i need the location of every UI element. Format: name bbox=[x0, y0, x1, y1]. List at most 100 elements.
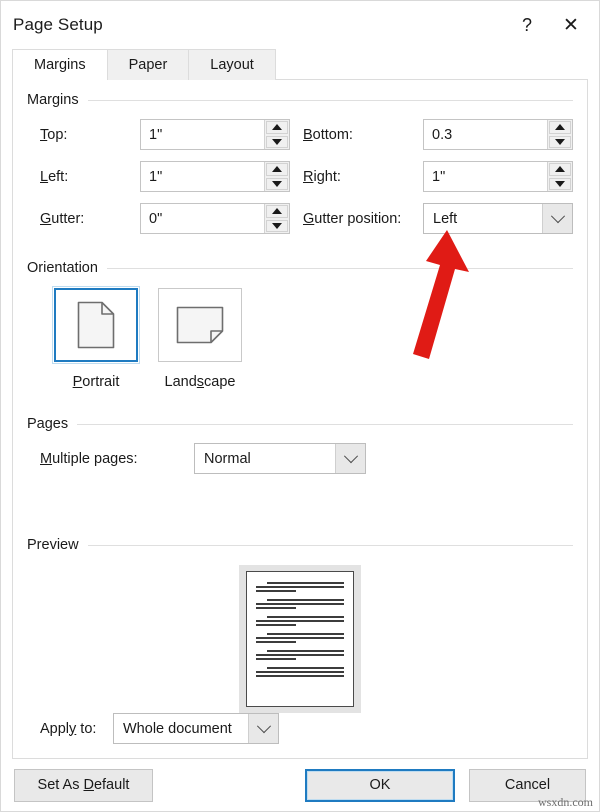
right-margin-label: Right: bbox=[303, 168, 341, 185]
spin-up-icon[interactable] bbox=[266, 163, 288, 176]
dialog-footer: Set As Default OK Cancel wsxdn.com bbox=[1, 759, 599, 811]
spin-down-icon[interactable] bbox=[266, 177, 288, 190]
right-margin-spin-buttons bbox=[547, 162, 572, 191]
apply-to-value: Whole document bbox=[123, 720, 232, 737]
top-margin-spin-buttons bbox=[264, 120, 289, 149]
landscape-label: Landscape bbox=[164, 374, 236, 390]
bottom-margin-spin-buttons bbox=[547, 120, 572, 149]
landscape-page-icon bbox=[176, 306, 224, 344]
preview-paragraph bbox=[256, 582, 344, 592]
page-title: Page Setup bbox=[13, 15, 103, 34]
orientation-group-header: Orientation bbox=[27, 248, 573, 276]
multiple-pages-dropdown[interactable]: Normal bbox=[194, 443, 366, 474]
portrait-label: Portrait bbox=[72, 374, 120, 390]
gutter-position-field-group: Gutter position: Left bbox=[290, 203, 573, 234]
margins-row-top-bottom: Top: 1" Bottom: 0.3 bbox=[27, 119, 573, 150]
top-margin-value[interactable]: 1" bbox=[141, 120, 264, 149]
preview-paragraph bbox=[256, 616, 344, 626]
spin-down-icon[interactable] bbox=[549, 177, 571, 190]
spin-up-icon[interactable] bbox=[549, 163, 571, 176]
left-margin-spinner[interactable]: 1" bbox=[140, 161, 290, 192]
watermark: wsxdn.com bbox=[538, 795, 593, 809]
spin-down-icon[interactable] bbox=[266, 135, 288, 148]
chevron-down-icon[interactable] bbox=[542, 204, 572, 233]
gutter-position-value: Left bbox=[433, 210, 458, 227]
preview-paragraph bbox=[256, 633, 344, 643]
preview-paragraph bbox=[256, 599, 344, 609]
title-bar: Page Setup ? ✕ bbox=[1, 1, 599, 49]
apply-to-label: Apply to: bbox=[40, 720, 97, 737]
bottom-margin-value[interactable]: 0.3 bbox=[424, 120, 547, 149]
spin-down-icon[interactable] bbox=[549, 135, 571, 148]
set-as-default-button[interactable]: Set As Default bbox=[14, 768, 153, 802]
margins-group-title: Margins bbox=[27, 92, 79, 108]
top-margin-field-group: Top: 1" bbox=[27, 119, 290, 150]
margins-row-left-right: Left: 1" Right: 1" bbox=[27, 161, 573, 192]
help-icon[interactable]: ? bbox=[505, 6, 549, 44]
bottom-margin-spinner[interactable]: 0.3 bbox=[423, 119, 573, 150]
set-as-default-label: Set As Default bbox=[37, 777, 130, 793]
pages-group-title: Pages bbox=[27, 416, 69, 432]
portrait-page-icon bbox=[77, 301, 115, 349]
group-divider bbox=[87, 99, 573, 101]
apply-to-row: Apply to: Whole document bbox=[27, 713, 279, 744]
spin-up-icon[interactable] bbox=[266, 205, 288, 218]
portrait-preview-box bbox=[52, 286, 140, 364]
left-margin-field-group: Left: 1" bbox=[27, 161, 290, 192]
orientation-group-title: Orientation bbox=[27, 260, 98, 276]
pages-group: Pages Multiple pages: Normal bbox=[27, 404, 573, 474]
margins-group-header: Margins bbox=[27, 80, 573, 108]
group-divider bbox=[106, 267, 573, 269]
page-setup-dialog: Page Setup ? ✕ Margins Paper Layout Marg… bbox=[0, 0, 600, 812]
top-margin-spinner[interactable]: 1" bbox=[140, 119, 290, 150]
right-margin-value[interactable]: 1" bbox=[424, 162, 547, 191]
preview-group: Preview bbox=[27, 525, 573, 713]
landscape-preview-box bbox=[158, 288, 242, 362]
right-margin-field-group: Right: 1" bbox=[290, 161, 573, 192]
multiple-pages-label: Multiple pages: bbox=[40, 450, 138, 467]
multiple-pages-value: Normal bbox=[204, 450, 251, 467]
pages-group-header: Pages bbox=[27, 404, 573, 432]
close-icon[interactable]: ✕ bbox=[549, 6, 593, 44]
top-margin-label: Top: bbox=[40, 126, 68, 143]
preview-group-header: Preview bbox=[27, 525, 573, 553]
preview-group-title: Preview bbox=[27, 537, 79, 553]
gutter-value[interactable]: 0" bbox=[141, 204, 264, 233]
gutter-label: Gutter: bbox=[40, 210, 85, 227]
group-divider bbox=[87, 544, 573, 546]
gutter-position-dropdown[interactable]: Left bbox=[423, 203, 573, 234]
left-margin-value[interactable]: 1" bbox=[141, 162, 264, 191]
gutter-field-group: Gutter: 0" bbox=[27, 203, 290, 234]
gutter-position-label: Gutter position: bbox=[303, 210, 402, 227]
tab-margins[interactable]: Margins bbox=[12, 49, 108, 80]
gutter-spinner[interactable]: 0" bbox=[140, 203, 290, 234]
spin-up-icon[interactable] bbox=[549, 121, 571, 134]
spin-down-icon[interactable] bbox=[266, 219, 288, 232]
orientation-group: Orientation Portrait Landscape bbox=[27, 248, 573, 390]
left-margin-spin-buttons bbox=[264, 162, 289, 191]
orientation-options: Portrait Landscape bbox=[27, 286, 573, 390]
preview-page bbox=[246, 571, 354, 707]
bottom-margin-label: Bottom: bbox=[303, 126, 353, 143]
right-margin-spinner[interactable]: 1" bbox=[423, 161, 573, 192]
preview-paragraph bbox=[256, 650, 344, 660]
gutter-spin-buttons bbox=[264, 204, 289, 233]
ok-button[interactable]: OK bbox=[305, 768, 455, 802]
apply-to-dropdown[interactable]: Whole document bbox=[113, 713, 279, 744]
left-margin-label: Left: bbox=[40, 168, 69, 185]
chevron-down-icon[interactable] bbox=[335, 444, 365, 473]
tab-layout[interactable]: Layout bbox=[188, 49, 276, 80]
spin-up-icon[interactable] bbox=[266, 121, 288, 134]
margins-group: Margins Top: 1" Bottom: 0.3 Left: 1" Rig… bbox=[27, 80, 573, 234]
tab-strip: Margins Paper Layout bbox=[1, 49, 599, 80]
margins-tab-panel: Margins Top: 1" Bottom: 0.3 Left: 1" Rig… bbox=[12, 79, 588, 759]
bottom-margin-field-group: Bottom: 0.3 bbox=[290, 119, 573, 150]
chevron-down-icon[interactable] bbox=[248, 714, 278, 743]
orientation-option-portrait[interactable]: Portrait bbox=[52, 286, 140, 390]
tab-paper[interactable]: Paper bbox=[106, 49, 190, 80]
orientation-option-landscape[interactable]: Landscape bbox=[158, 288, 242, 390]
preview-area bbox=[27, 565, 573, 713]
margins-row-gutter: Gutter: 0" Gutter position: Left bbox=[27, 203, 573, 234]
multiple-pages-row: Multiple pages: Normal bbox=[27, 443, 573, 474]
preview-mat bbox=[239, 565, 361, 713]
